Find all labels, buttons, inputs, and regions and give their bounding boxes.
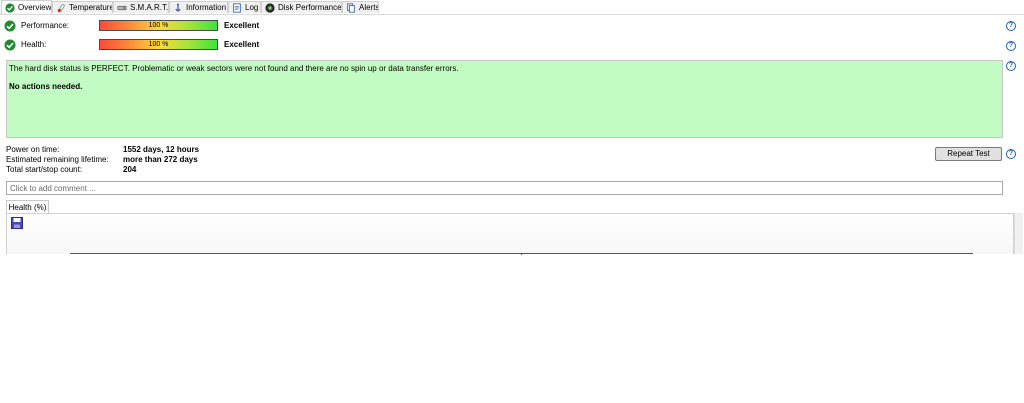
health-chart-panel <box>6 213 1014 256</box>
power-on-value: 1552 days, 12 hours <box>123 145 200 154</box>
status-help-icon[interactable]: ? <box>1006 61 1016 71</box>
save-icon[interactable] <box>11 217 23 229</box>
tab-label: Temperature <box>69 3 113 12</box>
tab-label: Information <box>186 3 227 12</box>
health-percent: 100 % <box>148 41 169 48</box>
check-circle-icon <box>4 20 16 32</box>
status-message-box: The hard disk status is PERFECT. Problem… <box>6 60 1003 138</box>
tab-information[interactable]: Information <box>169 1 228 13</box>
alerts-icon <box>347 2 355 13</box>
tab-log[interactable]: Log <box>228 1 261 13</box>
thermometer-icon <box>57 3 65 12</box>
status-action: No actions needed. <box>9 82 83 91</box>
performance-rating: Excellent <box>224 21 260 30</box>
chart-frame <box>70 253 973 256</box>
tab-label: Disk Performance <box>278 3 342 12</box>
check-circle-icon <box>4 39 16 51</box>
health-row: Health: 100 % Excellent <box>4 38 259 52</box>
health-help-icon[interactable]: ? <box>1006 41 1016 51</box>
tab-label: Alerts <box>359 3 379 12</box>
performance-row: Performance: 100 % Excellent <box>4 19 259 33</box>
tab-label: Log <box>245 3 259 12</box>
lifetime-value: more than 272 days <box>123 155 198 164</box>
hard-disk-icon <box>117 5 127 10</box>
health-bar: 100 % <box>99 39 218 50</box>
performance-percent: 100 % <box>148 22 169 29</box>
health-rating: Excellent <box>224 40 260 49</box>
info-icon <box>175 3 181 11</box>
disk-performance-icon <box>265 2 275 13</box>
vertical-scrollbar[interactable] <box>1014 213 1023 254</box>
tab-temperature[interactable]: Temperature <box>52 1 113 13</box>
power-on-label: Power on time: <box>6 145 60 154</box>
startstop-value: 204 <box>123 165 137 174</box>
tab-alerts[interactable]: Alerts <box>342 1 379 13</box>
startstop-label: Total start/stop count: <box>6 165 83 174</box>
tab-smart[interactable]: S.M.A.R.T. <box>113 1 169 13</box>
health-label: Health: <box>21 40 47 49</box>
lifetime-label: Estimated remaining lifetime: <box>6 155 109 164</box>
tab-disk-performance[interactable]: Disk Performance <box>261 1 342 13</box>
repeat-test-button[interactable]: Repeat Test <box>935 147 1002 161</box>
tab-label: Overview <box>18 3 52 12</box>
tab-overview[interactable]: Overview <box>1 0 52 14</box>
status-message: The hard disk status is PERFECT. Problem… <box>9 64 459 73</box>
tab-bar: Overview Temperature S.M.A.R.T. Informat… <box>0 0 1024 15</box>
disk-info: Power on time: 1552 days, 12 hours Estim… <box>6 145 206 175</box>
log-icon <box>233 2 241 13</box>
comment-input[interactable] <box>6 181 1003 195</box>
repeat-test-help-icon[interactable]: ? <box>1006 149 1016 159</box>
performance-label: Performance: <box>21 21 70 30</box>
tab-label: S.M.A.R.T. <box>130 3 169 12</box>
performance-bar: 100 % <box>99 20 218 31</box>
check-circle-icon <box>5 2 15 13</box>
chart-tick <box>521 253 522 255</box>
performance-help-icon[interactable]: ? <box>1006 21 1016 31</box>
tab-health-chart[interactable]: Health (%) <box>6 200 49 214</box>
